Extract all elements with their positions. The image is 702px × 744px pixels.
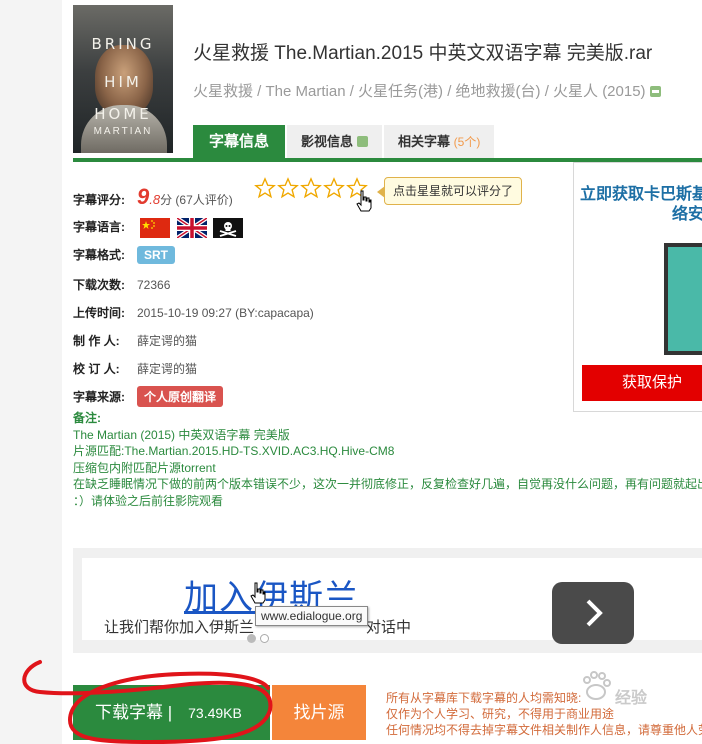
page: BRING HIM HOME MARTIAN 火星救援 The.Martian.… (0, 0, 702, 744)
tab-label: 影视信息 (301, 134, 354, 149)
laptop-image (664, 243, 702, 355)
tab-subtitle-info[interactable]: 字幕信息 (193, 125, 286, 158)
tab-bar: 字幕信息 影视信息 相关字幕 (5个) (193, 125, 496, 158)
reviewer-label: 校 订 人: (73, 362, 120, 376)
banner-subline-text: 让我们帮你加入伊斯兰 (104, 619, 255, 636)
sidebar-ad-title-line: 络安 (672, 206, 702, 223)
star-icon[interactable] (300, 177, 322, 199)
notes-block: 备注: The Martian (2015) 中英双语字幕 完美版 片源匹配:T… (73, 410, 702, 509)
reviewer-row: 校 订 人: 薛定谔的猫 (73, 360, 197, 377)
star-icon[interactable] (323, 177, 345, 199)
download-subtitle-button[interactable]: 下载字幕 | 73.49KB (73, 685, 270, 740)
notes-line: ：）请体验之后前往影院观看 (73, 493, 224, 508)
info-icon (357, 136, 369, 147)
downloads-row: 下载次数: 72366 (73, 276, 170, 293)
poster-line-3: HOME (94, 105, 152, 123)
tab-related-subtitles[interactable]: 相关字幕 (5个) (384, 125, 495, 158)
upload-label: 上传时间: (73, 306, 125, 320)
disclaimer-line: 任何情况均不得去掉字幕文件相关制作人信息，请尊重他人劳动 (386, 723, 702, 737)
rating-label: 字幕评分: (73, 193, 125, 207)
movie-aliases: 火星救援 / The Martian / 火星任务(港) / 绝地救援(台) /… (193, 80, 661, 101)
china-flag-icon (140, 218, 171, 238)
language-label: 字幕语言: (73, 220, 125, 235)
rating-stars (254, 177, 369, 199)
watermark-text: 经验 (615, 690, 648, 707)
tab-label: 字幕信息 (209, 133, 270, 150)
format-label: 字幕格式: (73, 248, 125, 262)
author-value[interactable]: 薛定谔的猫 (137, 334, 197, 348)
star-icon[interactable] (254, 177, 276, 199)
author-row: 制 作 人: 薛定谔的猫 (73, 332, 197, 349)
tab-count: (5个) (453, 135, 481, 149)
upload-value: 2015-10-19 09:27 (BY:capacapa) (137, 306, 314, 320)
banner-ad-inner[interactable]: 加入伊斯兰 让我们帮你加入伊斯兰 对话中 (82, 558, 702, 644)
find-source-button[interactable]: 找片源 (272, 685, 366, 740)
format-row: 字幕格式: SRT (73, 246, 175, 264)
notes-line: 压缩包内附匹配片源torrent (73, 460, 216, 475)
rating-tooltip: 点击星星就可以评分了 (376, 177, 523, 205)
rating-count: 分 (67人评价) (160, 193, 233, 207)
notes-source-label: 片源匹配: (73, 444, 125, 458)
pirate-flag-icon (213, 218, 244, 238)
source-label: 字幕来源: (73, 390, 125, 404)
download-label: 下载字幕 | (95, 703, 173, 722)
imdb-icon[interactable] (649, 86, 661, 97)
banner-subline-tail: 对话中 (366, 619, 412, 636)
format-badge: SRT (137, 246, 175, 264)
disclaimer-line: 仅作为个人学习、研究，不得用于商业用途 (386, 707, 615, 721)
sidebar-ad-title: 立即获取卡巴斯基 络安 (580, 185, 702, 225)
poster-movie-name: MARTIAN (93, 126, 153, 137)
pager-dot[interactable] (260, 634, 269, 643)
pager-dot-active[interactable] (247, 634, 256, 643)
sidebar-ad[interactable]: 立即获取卡巴斯基 络安 获取保护 (573, 162, 702, 412)
movie-poster[interactable]: BRING HIM HOME MARTIAN (73, 5, 173, 153)
source-badge: 个人原创翻译 (137, 386, 224, 407)
notes-line: The Martian (2015) 中英双语字幕 完美版 (73, 427, 290, 442)
sidebar-ad-title-line: 立即获取卡巴斯基 (580, 186, 702, 203)
hand-cursor-icon (356, 190, 372, 212)
notes-source-value: The.Martian.2015.HD-TS.XVID.AC3.HQ.Hive-… (124, 444, 395, 458)
file-size: 73.49KB (188, 705, 242, 721)
subtitle-title: 火星救援 The.Martian.2015 中英文双语字幕 完美版.rar (193, 43, 653, 64)
banner-pager (247, 634, 273, 643)
poster-line-2: HIM (104, 73, 142, 91)
notes-label: 备注: (73, 411, 101, 425)
author-label: 制 作 人: (73, 334, 120, 348)
star-icon[interactable] (277, 177, 299, 199)
notes-line: 在缺乏睡眠情况下做的前两个版本错误不少，这次一并彻底修正，反复检查好几遍，自觉再… (73, 477, 702, 491)
rating-score: 9 (137, 184, 150, 209)
hand-cursor-icon (250, 582, 266, 604)
tab-movie-info[interactable]: 影视信息 (287, 125, 383, 158)
banner-ad: 加入伊斯兰 让我们帮你加入伊斯兰 对话中 (73, 548, 702, 653)
downloads-value: 72366 (137, 278, 171, 292)
link-url-tooltip: www.edialogue.org (255, 606, 369, 626)
poster-line-1: BRING (91, 35, 155, 53)
source-row: 字幕来源: 个人原创翻译 (73, 386, 224, 407)
rating-decimal: .8 (149, 192, 161, 207)
rating-row: 字幕评分: 9.8分 (67人评价) (73, 184, 233, 210)
notes-line: 片源匹配:The.Martian.2015.HD-TS.XVID.AC3.HQ.… (73, 443, 702, 460)
sidebar-ad-button[interactable]: 获取保护 (582, 365, 702, 401)
upload-row: 上传时间: 2015-10-19 09:27 (BY:capacapa) (73, 304, 314, 321)
language-row: 字幕语言: (73, 218, 246, 238)
chevron-right-icon (586, 599, 603, 627)
movie-aliases-text[interactable]: 火星救援 / The Martian / 火星任务(港) / 绝地救援(台) /… (193, 83, 646, 100)
tab-label: 相关字幕 (398, 134, 451, 149)
uk-flag-icon (176, 218, 207, 238)
banner-next-button[interactable] (552, 582, 634, 644)
downloads-label: 下载次数: (73, 278, 125, 292)
reviewer-value[interactable]: 薛定谔的猫 (137, 362, 197, 376)
